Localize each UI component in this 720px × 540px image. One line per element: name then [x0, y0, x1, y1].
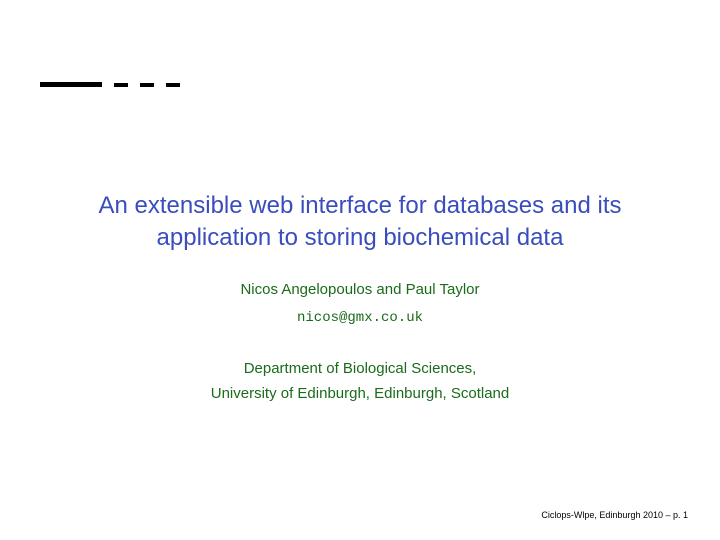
affiliation-line: Department of Biological Sciences,: [50, 356, 670, 382]
slide-decoration: [40, 82, 180, 87]
decoration-line: [40, 82, 102, 87]
decoration-dash: [166, 83, 180, 87]
slide-content: An extensible web interface for database…: [0, 190, 720, 407]
decoration-dash: [140, 83, 154, 87]
slide-authors: Nicos Angelopoulos and Paul Taylor: [50, 281, 670, 298]
slide-footer: Ciclops-Wlpe, Edinburgh 2010 – p. 1: [541, 510, 688, 520]
decoration-dashes: [114, 83, 180, 87]
slide-email: nicos@gmx.co.uk: [50, 310, 670, 326]
slide-title: An extensible web interface for database…: [50, 190, 670, 255]
decoration-dash: [114, 83, 128, 87]
slide-affiliation: Department of Biological Sciences, Unive…: [50, 356, 670, 407]
affiliation-line: University of Edinburgh, Edinburgh, Scot…: [50, 381, 670, 407]
